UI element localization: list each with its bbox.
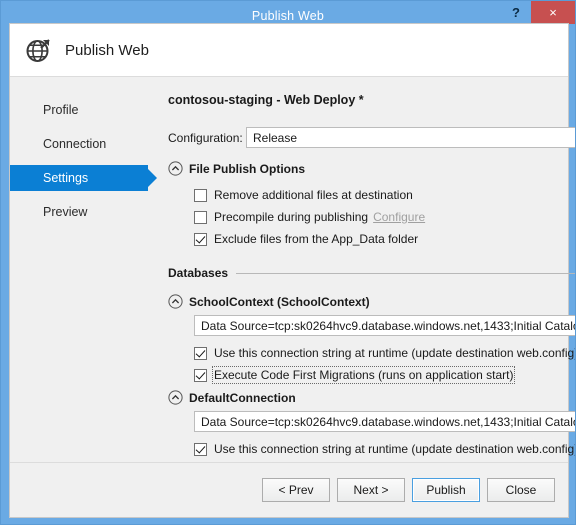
checkbox-schoolcontext-use-connection-string[interactable]: Use this connection string at runtime (u… (168, 342, 576, 364)
defaultconnection-header[interactable]: DefaultConnection (168, 390, 575, 405)
schoolcontext-connection-string-input[interactable]: Data Source=tcp:sk0264hvc9.database.wind… (194, 315, 575, 336)
databases-group-label: Databases (168, 266, 229, 280)
help-button[interactable]: ? (501, 1, 531, 24)
checkbox-box[interactable] (194, 210, 207, 224)
dialog-content: Profile Connection Settings Preview cont… (10, 77, 575, 478)
checkbox-label: Remove additional files at destination (214, 188, 413, 202)
chevron-up-circle-icon (168, 294, 183, 309)
checkbox-box[interactable] (194, 442, 207, 456)
publish-button[interactable]: Publish (412, 478, 480, 502)
checkbox-precompile-during-publishing[interactable]: Precompile during publishing Configure (168, 206, 575, 228)
chevron-up-circle-icon (168, 161, 183, 176)
checkbox-remove-additional-files[interactable]: Remove additional files at destination (168, 184, 575, 206)
defaultconnection-title: DefaultConnection (189, 390, 296, 405)
sidebar-item-profile[interactable]: Profile (10, 97, 158, 123)
sidebar-item-connection[interactable]: Connection (10, 131, 158, 157)
configure-precompile-link: Configure (373, 210, 426, 224)
checkbox-box[interactable] (194, 232, 207, 246)
checkbox-label: Use this connection string at runtime (u… (214, 442, 576, 456)
defaultconnection-connection-string-input[interactable]: Data Source=tcp:sk0264hvc9.database.wind… (194, 411, 575, 432)
wizard-sidebar: Profile Connection Settings Preview (10, 77, 158, 462)
database-entry-schoolcontext: SchoolContext (SchoolContext) Data Sourc… (168, 294, 576, 386)
profile-title: contosou-staging - Web Deploy * (168, 93, 364, 107)
prev-button[interactable]: < Prev (262, 478, 330, 502)
publish-web-dialog: Publish Web ? × Publish Web Profile Conn… (0, 0, 576, 525)
dialog-header-title: Publish Web (65, 41, 149, 59)
checkbox-label: Use this connection string at runtime (u… (214, 346, 576, 360)
chevron-up-circle-icon (168, 390, 183, 405)
checkbox-execute-code-first-migrations[interactable]: Execute Code First Migrations (runs on a… (168, 364, 575, 386)
connection-string-value: Data Source=tcp:sk0264hvc9.database.wind… (201, 318, 575, 333)
file-publish-options-header[interactable]: File Publish Options (168, 161, 575, 176)
schoolcontext-connection-row: Data Source=tcp:sk0264hvc9.database.wind… (168, 315, 575, 336)
window-title: Publish Web (251, 8, 325, 23)
checkbox-exclude-app-data[interactable]: Exclude files from the App_Data folder (168, 228, 575, 250)
dialog-frame: Publish Web Profile Connection Settings … (9, 23, 575, 518)
close-button[interactable]: × (531, 1, 575, 24)
file-publish-options-title: File Publish Options (189, 161, 306, 176)
databases-group-separator: Databases (168, 266, 575, 280)
dialog-header: Publish Web (10, 24, 568, 77)
sidebar-item-settings[interactable]: Settings (10, 165, 157, 191)
defaultconnection-connection-row: Data Source=tcp:sk0264hvc9.database.wind… (168, 411, 575, 432)
next-button[interactable]: Next > (337, 478, 405, 502)
configuration-label: Configuration: (168, 130, 243, 145)
checkbox-label: Execute Code First Migrations (runs on a… (211, 366, 516, 384)
checkbox-box[interactable] (194, 346, 207, 360)
sidebar-item-preview[interactable]: Preview (10, 199, 158, 225)
globe-publish-icon (24, 35, 54, 65)
checkbox-label: Exclude files from the App_Data folder (214, 232, 419, 246)
divider (236, 272, 575, 274)
settings-panel: contosou-staging - Web Deploy * Configur… (158, 77, 576, 478)
schoolcontext-header[interactable]: SchoolContext (SchoolContext) (168, 294, 575, 309)
schoolcontext-title: SchoolContext (SchoolContext) (189, 294, 370, 309)
connection-string-value: Data Source=tcp:sk0264hvc9.database.wind… (201, 414, 575, 429)
close-dialog-button[interactable]: Close (487, 478, 555, 502)
configuration-select[interactable]: Release ˅ (246, 127, 575, 148)
dialog-footer: < Prev Next > Publish Close (10, 462, 568, 517)
checkbox-label: Precompile during publishing (214, 210, 369, 224)
configuration-value: Release (253, 130, 298, 145)
checkbox-box[interactable] (194, 368, 207, 382)
window-controls: ? × (501, 1, 575, 24)
checkbox-box[interactable] (194, 188, 207, 202)
checkbox-defaultconnection-use-connection-string[interactable]: Use this connection string at runtime (u… (168, 438, 576, 460)
configuration-row: Configuration: Release ˅ (168, 127, 575, 148)
